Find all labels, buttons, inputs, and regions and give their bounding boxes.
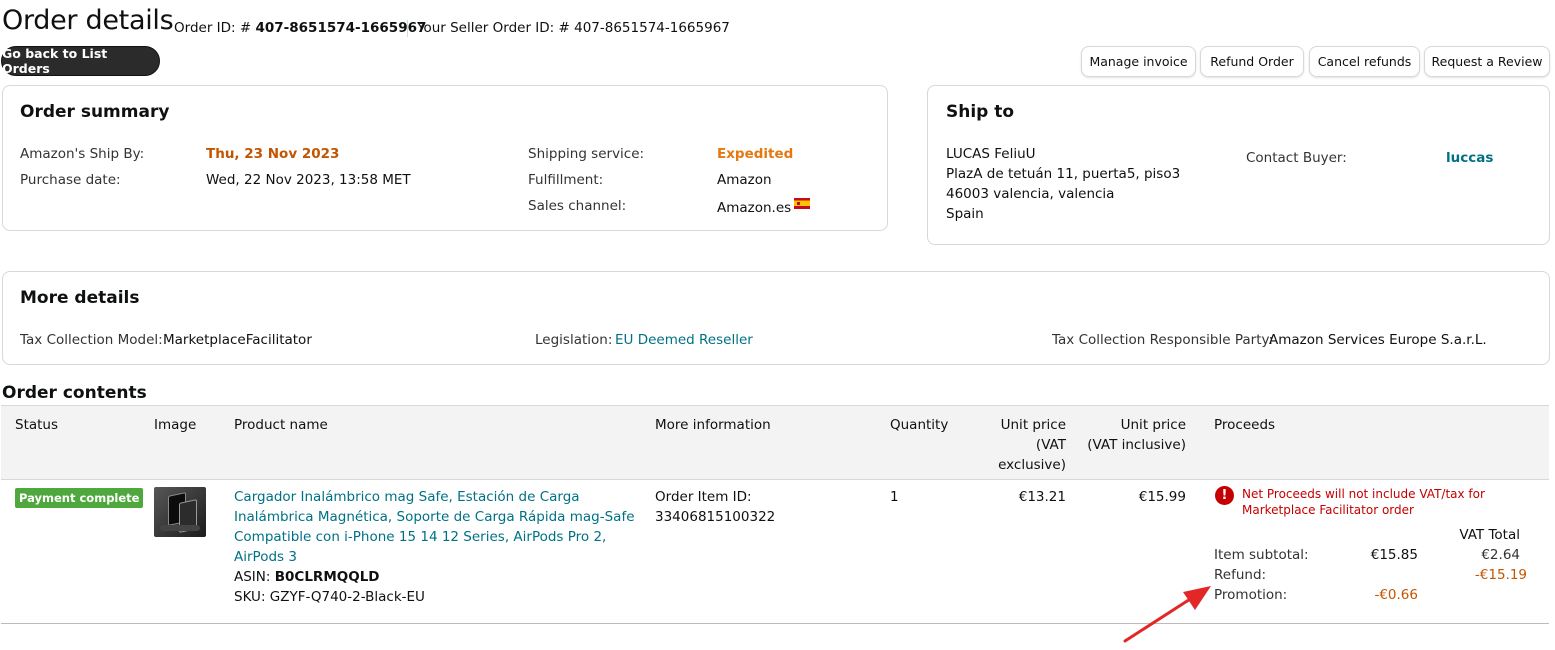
- address-country: Spain: [946, 206, 984, 222]
- cancel-refunds-button[interactable]: Cancel refunds: [1309, 46, 1420, 77]
- more-details-title: More details: [20, 288, 140, 308]
- promotion-value: -€0.66: [1374, 587, 1418, 603]
- item-subtotal-vat: €2.64: [1481, 547, 1520, 563]
- col-proceeds: Proceeds: [1214, 417, 1276, 433]
- manage-invoice-button[interactable]: Manage invoice: [1081, 46, 1196, 77]
- more-details-card: [2, 271, 1550, 365]
- back-to-orders-button[interactable]: Go back to List Orders: [1, 46, 160, 76]
- refund-vat: -€15.19: [1474, 567, 1527, 583]
- address-city: 46003 valencia, valencia: [946, 186, 1115, 202]
- product-name-line2[interactable]: Inalámbrica Magnética, Soporte de Carga …: [234, 507, 635, 527]
- item-subtotal-label: Item subtotal:: [1214, 547, 1309, 563]
- promotion-label: Promotion:: [1214, 587, 1288, 603]
- legislation-label: Legislation:: [535, 332, 613, 348]
- product-sku: SKU: GZYF-Q740-2-Black-EU: [234, 589, 425, 605]
- tax-model-value: MarketplaceFacilitator: [163, 332, 312, 348]
- shipping-service-label: Shipping service:: [528, 146, 645, 162]
- fulfillment-label: Fulfillment:: [528, 172, 604, 188]
- product-name-line4[interactable]: AirPods 3: [234, 547, 635, 567]
- proceeds-warning: Net Proceeds will not include VAT/tax fo…: [1242, 487, 1485, 517]
- sales-channel-label: Sales channel:: [528, 198, 627, 214]
- spain-flag-icon: [794, 198, 811, 209]
- warning-icon: !: [1215, 486, 1234, 505]
- col-unit-price-excl-line3: exclusive): [998, 457, 1066, 473]
- product-image[interactable]: [154, 487, 206, 537]
- purchase-date-label: Purchase date:: [20, 172, 121, 188]
- status-badge: Payment complete: [15, 488, 144, 508]
- ship-by-label: Amazon's Ship By:: [20, 146, 145, 162]
- ship-to-title: Ship to: [946, 102, 1015, 122]
- col-product-name: Product name: [234, 417, 328, 433]
- col-unit-price-incl-line1: Unit price: [1120, 417, 1186, 433]
- vat-total-header: VAT Total: [1459, 527, 1520, 543]
- asin-label: ASIN:: [234, 569, 275, 585]
- purchase-date-value: Wed, 22 Nov 2023, 13:58 MET: [206, 172, 411, 188]
- col-unit-price-incl-line2: (VAT inclusive): [1087, 437, 1186, 453]
- unit-price-excl-value: €13.21: [1018, 489, 1066, 505]
- order-id: Order ID: # 407-8651574-1665967: [174, 20, 426, 36]
- product-asin: ASIN: B0CLRMQQLD: [234, 567, 635, 587]
- order-id-label: Order ID: #: [174, 20, 256, 36]
- contact-buyer-label: Contact Buyer:: [1246, 150, 1347, 166]
- product-name-line3[interactable]: Compatible con i-Phone 15 14 12 Series, …: [234, 527, 635, 547]
- sales-channel: Amazon.es: [717, 198, 811, 216]
- tax-model-label: Tax Collection Model:: [20, 332, 163, 348]
- col-image: Image: [154, 417, 197, 433]
- col-quantity: Quantity: [890, 417, 949, 433]
- order-id-value: 407-8651574-1665967: [255, 20, 427, 36]
- more-info-cell: Order Item ID: 33406815100322: [655, 487, 775, 527]
- product-info: Cargador Inalámbrico mag Safe, Estación …: [234, 487, 635, 607]
- refund-label: Refund:: [1214, 567, 1267, 583]
- annotation-arrow-icon: [1123, 586, 1211, 643]
- seller-order-id: Your Seller Order ID: # 407-8651574-1665…: [417, 20, 730, 36]
- order-summary-title: Order summary: [20, 102, 170, 122]
- col-unit-price-excl: Unit price (VAT exclusive): [970, 415, 1066, 475]
- legislation-link[interactable]: EU Deemed Reseller: [615, 332, 753, 348]
- col-unit-price-excl-line2: (VAT: [1035, 437, 1066, 453]
- order-item-id-value: 33406815100322: [655, 509, 776, 525]
- order-item-id-label: Order Item ID:: [655, 489, 752, 505]
- col-unit-price-incl: Unit price (VAT inclusive): [1076, 415, 1186, 455]
- responsible-party-label: Tax Collection Responsible Party:: [1052, 332, 1274, 348]
- header-divider: [407, 20, 408, 37]
- col-more-info: More information: [655, 417, 771, 433]
- table-bottom-border: [1, 623, 1549, 624]
- request-review-button[interactable]: Request a Review: [1424, 46, 1550, 77]
- quantity-value: 1: [890, 489, 899, 505]
- responsible-party-value: Amazon Services Europe S.a.r.L.: [1269, 332, 1487, 348]
- asin-value: B0CLRMQQLD: [274, 569, 380, 585]
- col-status: Status: [15, 417, 59, 433]
- product-name-line1[interactable]: Cargador Inalámbrico mag Safe, Estación …: [234, 487, 635, 507]
- item-subtotal-value: €15.85: [1370, 547, 1418, 563]
- page-title: Order details: [2, 5, 174, 36]
- refund-order-button[interactable]: Refund Order: [1200, 46, 1304, 77]
- unit-price-incl-value: €15.99: [1138, 489, 1186, 505]
- sales-channel-value: Amazon.es: [717, 200, 792, 216]
- fulfillment-value: Amazon: [717, 172, 772, 188]
- order-contents-title: Order contents: [2, 383, 147, 403]
- address-name: LUCAS FeliuU: [946, 146, 1036, 162]
- ship-by-value: Thu, 23 Nov 2023: [206, 146, 340, 162]
- col-unit-price-excl-line1: Unit price: [1000, 417, 1066, 433]
- shipping-service-value: Expedited: [717, 146, 794, 162]
- address-street: PlazA de tetuán 11, puerta5, piso3: [946, 166, 1181, 182]
- contact-buyer-link[interactable]: luccas: [1446, 150, 1493, 166]
